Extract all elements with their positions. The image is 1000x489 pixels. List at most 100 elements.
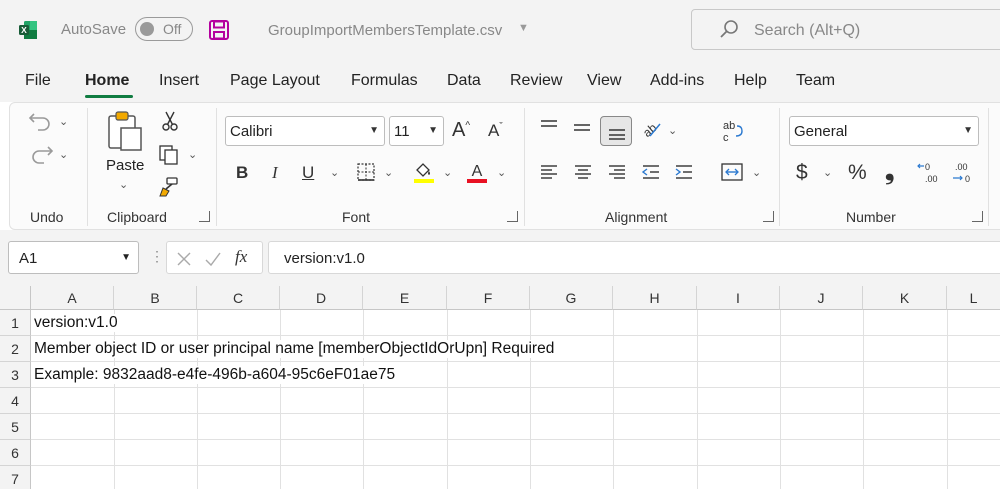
- row-header-5[interactable]: 5: [0, 414, 31, 440]
- align-center-icon[interactable]: [573, 163, 593, 181]
- column-header-h[interactable]: H: [613, 286, 697, 310]
- alignment-launcher-icon[interactable]: [763, 211, 774, 222]
- merge-dropdown-icon[interactable]: ⌄: [752, 166, 761, 179]
- cell-a1[interactable]: version:v1.0: [34, 314, 121, 332]
- tab-formulas[interactable]: Formulas: [351, 72, 418, 90]
- decrease-decimal-icon[interactable]: .00 0: [951, 160, 977, 186]
- paste-label[interactable]: Paste: [106, 157, 144, 174]
- currency-button[interactable]: $: [796, 161, 808, 185]
- select-all-corner[interactable]: [0, 286, 31, 310]
- enter-icon[interactable]: [204, 251, 222, 267]
- column-header-f[interactable]: F: [447, 286, 530, 310]
- orientation-dropdown-icon[interactable]: ⌄: [668, 124, 677, 137]
- row-header-1[interactable]: 1: [0, 310, 31, 336]
- formula-buttons: fx: [166, 241, 263, 274]
- tab-data[interactable]: Data: [447, 72, 481, 90]
- gridline: [613, 310, 614, 489]
- increase-indent-icon[interactable]: [674, 163, 694, 181]
- paste-dropdown-icon[interactable]: ⌄: [119, 178, 128, 191]
- redo-icon[interactable]: [28, 143, 54, 165]
- paste-icon[interactable]: [106, 110, 146, 154]
- tab-add-ins[interactable]: Add-ins: [650, 72, 704, 90]
- tab-file[interactable]: File: [25, 72, 51, 90]
- borders-dropdown-icon[interactable]: ⌄: [384, 166, 393, 179]
- font-launcher-icon[interactable]: [507, 211, 518, 222]
- clipboard-launcher-icon[interactable]: [199, 211, 210, 222]
- wrap-text-icon[interactable]: ab c: [721, 118, 745, 146]
- increase-font-size-icon[interactable]: A^: [452, 119, 470, 142]
- column-header-e[interactable]: E: [363, 286, 447, 310]
- borders-icon[interactable]: [356, 162, 376, 182]
- orientation-icon[interactable]: ab: [640, 118, 664, 140]
- copy-dropdown-icon[interactable]: ⌄: [188, 148, 197, 161]
- column-header-a[interactable]: A: [31, 286, 114, 310]
- format-painter-icon[interactable]: [158, 176, 180, 198]
- column-header-b[interactable]: B: [114, 286, 197, 310]
- row-header-3[interactable]: 3: [0, 362, 31, 388]
- tab-team[interactable]: Team: [796, 72, 835, 90]
- formula-input[interactable]: version:v1.0: [268, 241, 1000, 274]
- gridline: [31, 335, 1000, 336]
- middle-align-icon[interactable]: [572, 120, 592, 138]
- decrease-indent-icon[interactable]: [641, 163, 661, 181]
- cell-a2[interactable]: Member object ID or user principal name …: [34, 340, 558, 358]
- tab-page-layout[interactable]: Page Layout: [230, 72, 320, 90]
- insert-function-icon[interactable]: fx: [235, 247, 247, 267]
- tab-home[interactable]: Home: [85, 72, 129, 90]
- copy-icon[interactable]: [158, 144, 180, 166]
- align-right-icon[interactable]: [607, 163, 627, 181]
- number-launcher-icon[interactable]: [972, 211, 983, 222]
- underline-dropdown-icon[interactable]: ⌄: [330, 166, 339, 179]
- font-color-icon[interactable]: A: [465, 160, 489, 184]
- column-header-k[interactable]: K: [863, 286, 947, 310]
- name-box[interactable]: A1 ▼: [8, 241, 139, 274]
- number-format-select[interactable]: General ▼: [789, 116, 979, 146]
- column-header-i[interactable]: I: [697, 286, 780, 310]
- row-header-2[interactable]: 2: [0, 336, 31, 362]
- document-filename[interactable]: GroupImportMembersTemplate.csv: [268, 22, 502, 39]
- row-header-4[interactable]: 4: [0, 388, 31, 414]
- column-header-l[interactable]: L: [947, 286, 1000, 310]
- row-header-6[interactable]: 6: [0, 440, 31, 466]
- font-color-dropdown-icon[interactable]: ⌄: [497, 166, 506, 179]
- undo-icon[interactable]: [28, 110, 54, 132]
- cut-icon[interactable]: [160, 110, 180, 132]
- cell-a3[interactable]: Example: 9832aad8-e4fe-496b-a604-95c6eF0…: [34, 366, 399, 384]
- search-box[interactable]: Search (Alt+Q): [691, 9, 1000, 50]
- redo-dropdown-icon[interactable]: ⌄: [59, 148, 68, 161]
- chevron-down-icon[interactable]: ▼: [518, 22, 529, 34]
- percent-button[interactable]: %: [848, 161, 867, 185]
- top-align-icon[interactable]: [539, 118, 559, 136]
- align-left-icon[interactable]: [539, 163, 559, 181]
- currency-dropdown-icon[interactable]: ⌄: [823, 166, 832, 179]
- font-size-select[interactable]: 11 ▼: [389, 116, 444, 146]
- font-name-select[interactable]: Calibri ▼: [225, 116, 385, 146]
- tab-view[interactable]: View: [587, 72, 621, 90]
- italic-button[interactable]: I: [272, 163, 278, 183]
- tab-help[interactable]: Help: [734, 72, 767, 90]
- cancel-icon[interactable]: [176, 251, 192, 267]
- row-header-7[interactable]: 7: [0, 466, 31, 489]
- column-header-c[interactable]: C: [197, 286, 280, 310]
- column-header-g[interactable]: G: [530, 286, 613, 310]
- undo-dropdown-icon[interactable]: ⌄: [59, 115, 68, 128]
- svg-text:.00: .00: [955, 162, 968, 172]
- more-options-icon[interactable]: ⋮: [150, 248, 164, 265]
- underline-button[interactable]: U: [302, 163, 314, 183]
- fill-color-icon[interactable]: [412, 160, 436, 184]
- gridline: [31, 439, 1000, 440]
- tab-insert[interactable]: Insert: [159, 72, 199, 90]
- bold-button[interactable]: B: [236, 163, 248, 183]
- merge-center-icon[interactable]: [720, 161, 744, 183]
- comma-style-button[interactable]: ❟: [885, 158, 894, 186]
- fill-color-dropdown-icon[interactable]: ⌄: [443, 166, 452, 179]
- decrease-font-size-icon[interactable]: Aˇ: [488, 121, 503, 141]
- column-header-j[interactable]: J: [780, 286, 863, 310]
- gridline: [114, 310, 115, 489]
- bottom-align-button[interactable]: [600, 116, 632, 146]
- tab-review[interactable]: Review: [510, 72, 562, 90]
- increase-decimal-icon[interactable]: 0 .00: [917, 160, 943, 186]
- column-header-d[interactable]: D: [280, 286, 363, 310]
- autosave-toggle[interactable]: Off: [135, 17, 193, 41]
- save-icon[interactable]: [208, 19, 230, 41]
